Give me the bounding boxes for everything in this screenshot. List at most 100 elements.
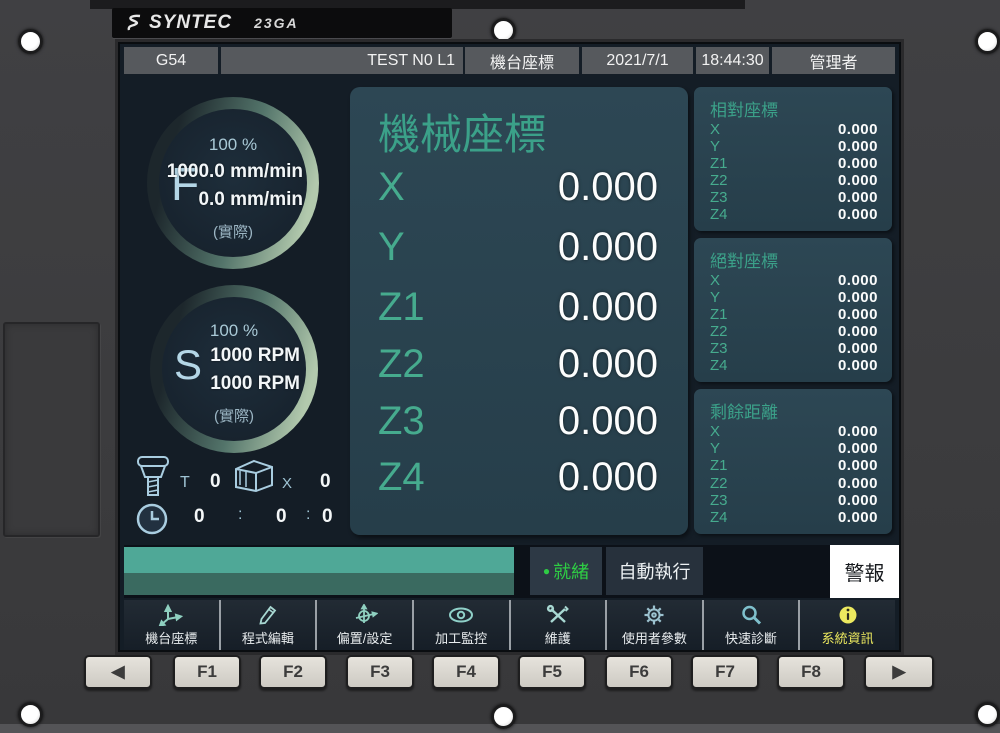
axis-value: 0.000	[838, 190, 878, 206]
tool-number-label: T	[180, 474, 190, 492]
f7-key[interactable]: F7	[691, 655, 759, 689]
axis-label: X	[710, 424, 720, 440]
axis-value: 0.000	[838, 358, 878, 374]
softkey-label: 維護	[545, 628, 571, 647]
time-colon: :	[238, 506, 242, 524]
distance-to-go-panel: 剩餘距離 X0.000 Y0.000 Z10.000 Z20.000 Z30.0…	[694, 389, 892, 534]
axis-label: Z1	[710, 307, 728, 323]
ready-status: ● 就緒	[530, 547, 602, 595]
axis-row: Z20.000	[710, 476, 878, 492]
axis-row: X0.000	[378, 165, 658, 210]
softkey-label: 加工監控	[435, 628, 487, 647]
axis-value: 0.000	[838, 493, 878, 509]
axis-row: X0.000	[710, 122, 878, 138]
softkey-bar: 機台座標 程式編輯 偏置/設定 加工監控 維護	[124, 600, 895, 650]
axis-value: 0.000	[838, 324, 878, 340]
f5-key[interactable]: F5	[518, 655, 586, 689]
axis-label: Z2	[378, 342, 425, 387]
axis-row: Z10.000	[710, 458, 878, 474]
axis-label: Z3	[710, 493, 728, 509]
axis-row: Z30.000	[710, 341, 878, 357]
model-name: 23GA	[254, 15, 299, 31]
f8-key[interactable]: F8	[777, 655, 845, 689]
f6-key[interactable]: F6	[605, 655, 673, 689]
page-right-key[interactable]: ▶	[864, 655, 934, 689]
screw-bottom-center	[491, 704, 516, 729]
axis-row: Z10.000	[378, 285, 658, 330]
axis-label: Z2	[710, 173, 728, 189]
mode-status: 自動執行	[606, 547, 703, 595]
eye-icon	[447, 603, 475, 627]
spindle-actual-label: (實際)	[150, 405, 318, 426]
softkey-label: 機台座標	[145, 628, 197, 647]
alarm-button[interactable]: 警報	[830, 545, 899, 598]
workpiece-count-value: 0	[320, 471, 331, 493]
feed-set-value: 1000.0 mm/min	[167, 161, 303, 183]
tool-number-value: 0	[210, 471, 221, 493]
softkey-program-edit[interactable]: 程式編輯	[221, 600, 316, 650]
cut-time-minutes: 0	[276, 506, 287, 528]
ready-indicator-dot: ●	[543, 564, 550, 578]
axis-value: 0.000	[838, 139, 878, 155]
f3-key[interactable]: F3	[346, 655, 414, 689]
panel-title: 相對座標	[710, 96, 778, 121]
status-user: 管理者	[772, 47, 895, 74]
page-left-key[interactable]: ◀	[84, 655, 152, 689]
axis-row: Z20.000	[710, 173, 878, 189]
progress-bar	[124, 547, 514, 595]
brand-plate: SYNTEC 23GA	[112, 8, 452, 38]
axis-row: Z4 0.000	[710, 207, 878, 223]
feed-gauge: 100 % F 1000.0 mm/min 0.0 mm/min (實際)	[147, 97, 319, 269]
axis-label: Y	[378, 225, 405, 270]
axis-value: 0.000	[838, 341, 878, 357]
softkey-maintenance[interactable]: 維護	[511, 600, 606, 650]
display-screen: G54 TEST N0 L1 機台座標 2021/7/1 18:44:30 管理…	[118, 42, 901, 652]
axis-label: Z2	[710, 324, 728, 340]
info-icon	[837, 603, 859, 627]
softkey-system-info[interactable]: 系統資訊	[800, 600, 895, 650]
axis-label: X	[710, 273, 720, 289]
tools-icon	[546, 603, 570, 627]
axis-value: 0.000	[838, 290, 878, 306]
f1-key[interactable]: F1	[173, 655, 241, 689]
status-time: 18:44:30	[696, 47, 769, 74]
softkey-quick-diagnosis[interactable]: 快速診斷	[704, 600, 799, 650]
status-date: 2021/7/1	[582, 47, 693, 74]
spindle-letter: S	[174, 341, 202, 389]
axis-label: Z2	[710, 476, 728, 492]
axis-label: Z4	[710, 207, 728, 223]
axis-value: 0.000	[838, 207, 878, 223]
side-access-door	[3, 322, 100, 537]
softkey-machining-monitor[interactable]: 加工監控	[414, 600, 509, 650]
axis-label: Z3	[378, 399, 425, 444]
screw-top-center	[491, 18, 516, 43]
axis-row: X0.000	[710, 273, 878, 289]
softkey-offset-setting[interactable]: 偏置/設定	[317, 600, 412, 650]
axis-value: 0.000	[558, 165, 658, 210]
feed-actual-value: 0.0 mm/min	[198, 189, 303, 211]
axis-row: Z40.000	[710, 358, 878, 374]
axis-row: Z2 0.000	[378, 342, 658, 387]
f2-key[interactable]: F2	[259, 655, 327, 689]
axis-label: Z4	[378, 455, 425, 500]
softkey-machine-coords[interactable]: 機台座標	[124, 600, 219, 650]
spindle-set-value: 1000 RPM	[210, 345, 300, 367]
screw-bottom-right	[975, 702, 1000, 727]
axis-value: 0.000	[558, 342, 658, 387]
axis-value: 0.000	[838, 122, 878, 138]
softkey-user-params[interactable]: 使用者參數	[607, 600, 702, 650]
axis-label: Y	[710, 441, 720, 457]
axis-value: 0.000	[558, 455, 658, 500]
axis-value: 0.000	[838, 441, 878, 457]
machine-coords-title: 機械座標	[378, 101, 546, 162]
magnifier-icon	[740, 603, 762, 627]
axis-row: Z40.000	[710, 510, 878, 526]
axis-label: Z1	[710, 156, 728, 172]
axis-label: Z1	[710, 458, 728, 474]
axis-row: Z30.000	[378, 399, 658, 444]
spindle-actual-value: 1000 RPM	[210, 373, 300, 395]
f4-key[interactable]: F4	[432, 655, 500, 689]
feed-actual-label: (實際)	[147, 221, 319, 242]
panel-title: 剩餘距離	[710, 398, 778, 423]
axes-icon	[158, 603, 184, 627]
